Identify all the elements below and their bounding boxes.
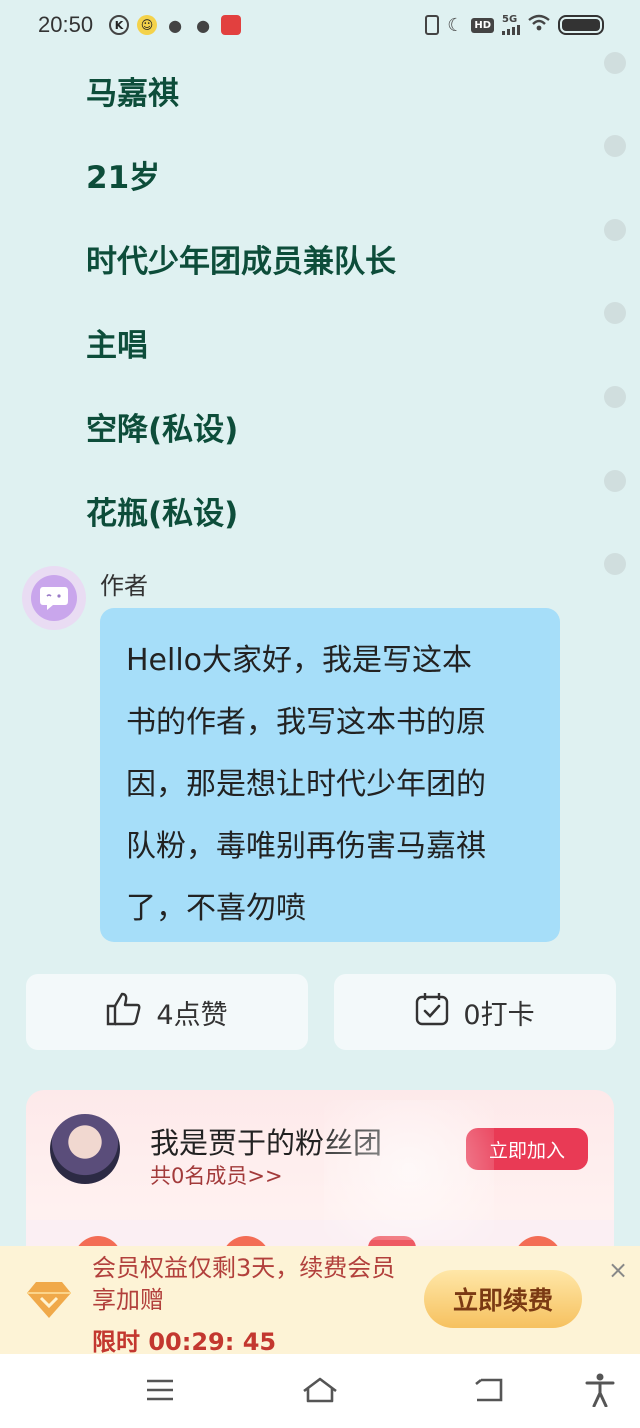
scroll-dot [604,302,626,324]
message-line: 队粉，毒唯别再伤害马嘉祺 [126,829,486,864]
notification-icons: K ☺ ● ● [109,15,242,35]
battery-icon [558,15,604,35]
hd-icon: HD [471,17,494,33]
scroll-dot [604,553,626,575]
like-count: 4点赞 [156,999,228,1031]
home-icon[interactable] [300,1372,340,1408]
accessibility-icon[interactable] [580,1372,620,1408]
fan-club-avatar [50,1114,120,1184]
network-icon: 5G [502,15,520,35]
message-line: 书的作者，我写这本书的原 [126,705,486,740]
profile-age: 21岁 [86,160,161,196]
checkin-button[interactable]: 0打卡 [334,974,616,1050]
thumbs-up-icon [106,992,142,1033]
message-line: 了，不喜勿喷 [126,891,306,926]
fan-club-title: 我是贾于的粉丝团 [150,1126,383,1160]
scroll-dot [604,219,626,241]
wifi-icon [528,14,550,36]
membership-message-line: 会员权益仅剩3天，续费会员 [92,1254,396,1282]
status-bar: 20:50 K ☺ ● ● ☾ HD 5G [0,0,640,50]
message-icon: ● [196,15,211,35]
like-button[interactable]: 4点赞 [26,974,308,1050]
scroll-dot [604,52,626,74]
chat-bubble-icon [31,575,77,621]
close-icon[interactable]: × [608,1256,628,1284]
profile-role: 时代少年团成员兼队长 [86,244,396,280]
scroll-dot [604,386,626,408]
app-badge-icon [221,15,242,35]
profile-name: 马嘉祺 [86,76,179,112]
menu-icon[interactable] [140,1372,180,1408]
message-line: 因，那是想让时代少年团的 [126,767,486,802]
vibrate-icon [425,15,440,35]
renew-button[interactable]: 立即续费 [424,1270,582,1328]
system-nav-bar [0,1354,640,1428]
fan-club-members-link[interactable]: 共0名成员>> [150,1160,283,1190]
status-right: ☾ HD 5G [425,14,604,36]
profile-position: 主唱 [86,328,148,364]
profile-tag-vase: 花瓶(私设) [86,496,239,532]
membership-message-line: 享加赠 [92,1286,164,1314]
countdown-timer: 限时 00:29: 45 [92,1328,277,1356]
emoji-app-icon: ☺ [137,15,158,35]
wechat-icon: ● [168,15,183,35]
checkin-count: 0打卡 [463,999,535,1031]
message-line: Hello大家好，我是写这本 [126,643,473,678]
back-icon[interactable] [468,1372,508,1408]
signal-bars-icon [502,25,520,35]
scroll-dot [604,135,626,157]
moon-icon: ☾ [447,14,464,36]
author-name: 作者 [100,572,148,600]
status-time: 20:50 [38,12,94,37]
calendar-check-icon [415,992,449,1033]
scroll-dot [604,470,626,492]
author-message-bubble: Hello大家好，我是写这本 书的作者，我写这本书的原 因，那是想让时代少年团的… [100,608,560,942]
membership-message: 会员权益仅剩3天，续费会员 享加赠 [92,1252,395,1316]
diamond-icon [26,1280,72,1320]
k-app-icon: K [109,15,130,35]
join-button[interactable]: 立即加入 [466,1128,588,1170]
author-avatar[interactable] [22,566,86,630]
profile-tag-airdrop: 空降(私设) [86,412,239,448]
membership-banner: 会员权益仅剩3天，续费会员 享加赠 限时 00:29: 45 立即续费 × [0,1246,640,1356]
